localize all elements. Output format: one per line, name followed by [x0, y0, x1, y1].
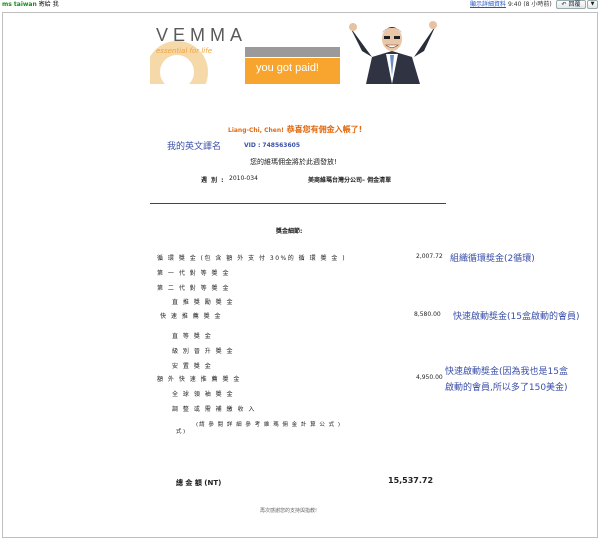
row-label-global: 全 球 領 袖 獎 金 [172, 391, 235, 398]
message-time: 9:40 (8 小時前) [507, 1, 552, 8]
logo-text: VEMMA [156, 25, 248, 45]
annotation-fast-start: 快速啟動獎金(15盒啟動的會員) [453, 312, 580, 322]
vid-number: VID : 748563605 [244, 142, 301, 149]
message-meta: 顯示詳細資料 9:40 (8 小時前) [470, 0, 552, 10]
footer-thanks: 再次感謝您的支持與指教! [260, 508, 318, 514]
row-amount-cycle: 2,007.72 [416, 253, 443, 260]
total-label: 總 金 額 (NT) [176, 479, 222, 487]
annotation-english-name: 我的英文譯名 [167, 142, 222, 152]
sender-suffix: 寄給 我 [38, 1, 59, 8]
row-label-rank: 級 別 晉 升 獎 金 [172, 348, 235, 355]
reply-label: 回覆 [568, 1, 581, 8]
chevron-down-icon: ▼ [590, 1, 595, 7]
divider [150, 203, 446, 204]
row-label-gen2: 第 二 代 對 等 獎 金 [157, 285, 230, 292]
row-amount-fast-start: 8,580.00 [414, 311, 441, 318]
row-label-fast-start: 快 速 推 薦 獎 金 [160, 313, 223, 320]
row-label-cycle: 循 環 獎 金 (包 含 額 外 支 付 30%的 循 環 獎 金 ) [157, 255, 347, 262]
week-label: 週 別 : [201, 177, 225, 184]
company-name: 美商維瑪台灣分公司– 佣金清單 [308, 177, 392, 184]
member-name: Liang-Chi, Chen! [228, 127, 284, 134]
annotation-extra-line1: 快速啟動獎金(因為我也是15盒 [445, 367, 568, 377]
annotation-cycle: 組織循環獎金(2循環) [450, 254, 535, 264]
week-value: 2010-034 [229, 175, 258, 182]
annotation-extra-line2: 啟動的會員,所以多了150美金) [445, 383, 568, 393]
row-label-gen1: 第 一 代 對 等 獎 金 [157, 270, 230, 277]
row-label-adjustment: 調 整 或 需 補 繳 收 入 [172, 406, 256, 413]
row-label-direct: 直 推 獎 勵 獎 金 [172, 299, 235, 306]
row-amount-extra-fast: 4,950.00 [416, 374, 443, 381]
sender-name[interactable]: ms taiwan [2, 1, 37, 8]
congrats-line: Liang-Chi, Chen! 恭喜您有佣金入帳了! [228, 124, 362, 135]
more-actions-button[interactable]: ▼ [587, 0, 598, 9]
congrats-text: 恭喜您有佣金入帳了! [283, 125, 363, 134]
cheering-man-photo [340, 21, 446, 84]
total-value: 15,537.72 [388, 476, 434, 485]
email-header-bar: ms taiwan 寄給 我 顯示詳細資料 9:40 (8 小時前) ↶ 回覆 … [0, 0, 600, 10]
row-label-matching: 直 等 獎 金 [172, 333, 213, 340]
banner-slogan: you got paid! [256, 62, 319, 74]
vemma-banner: VEMMA essential for life you got paid! [150, 21, 446, 84]
show-details-link[interactable]: 顯示詳細資料 [470, 1, 506, 8]
email-body-frame [2, 12, 598, 538]
row-label-placement: 安 置 獎 金 [172, 363, 213, 370]
row-label-extra-fast: 額 外 快 速 推 薦 獎 金 [157, 376, 241, 383]
banner-tagline: essential for life [156, 47, 213, 55]
row-label-note-suffix: 式) [176, 429, 187, 435]
row-label-note: (請 參 閱 詳 細 參 考 維 瑪 佣 金 計 算 公 式 ) [196, 422, 342, 428]
vemma-logo: VEMMA [156, 25, 247, 46]
reply-icon: ↶ [561, 1, 567, 8]
reply-button[interactable]: ↶ 回覆 [556, 0, 586, 9]
details-title: 獎金細節: [276, 228, 303, 235]
sender-line[interactable]: ms taiwan 寄給 我 [2, 0, 59, 10]
payout-notice: 您的維瑪佣金將於此週發放! [250, 158, 337, 166]
